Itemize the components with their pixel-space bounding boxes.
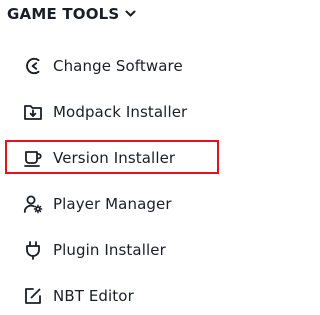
- nav-item-label: Plugin Installer: [53, 241, 166, 259]
- nav-item-version-installer[interactable]: Version Installer: [0, 138, 281, 178]
- folder-download-icon: [22, 101, 44, 123]
- nav-item-modpack-installer[interactable]: Modpack Installer: [0, 92, 281, 132]
- edit-square-icon: [22, 285, 44, 307]
- game-tools-nav: GAME TOOLS Change Software Modpack Insta…: [0, 0, 281, 315]
- nav-item-change-software[interactable]: Change Software: [0, 46, 281, 86]
- nav-item-label: NBT Editor: [53, 287, 134, 305]
- chevron-down-icon: [125, 10, 136, 18]
- user-gear-icon: [22, 193, 44, 215]
- nav-item-label: Modpack Installer: [53, 103, 188, 121]
- coffee-cup-icon: [22, 147, 44, 169]
- nav-item-label: Change Software: [53, 57, 183, 75]
- section-title: GAME TOOLS: [7, 5, 120, 23]
- nav-item-nbt-editor[interactable]: NBT Editor: [0, 276, 281, 315]
- software-swap-icon: [22, 55, 44, 77]
- nav-item-label: Version Installer: [53, 149, 176, 167]
- nav-item-label: Player Manager: [53, 195, 172, 213]
- nav-item-player-manager[interactable]: Player Manager: [0, 184, 281, 224]
- nav-item-plugin-installer[interactable]: Plugin Installer: [0, 230, 281, 270]
- plug-icon: [22, 239, 44, 261]
- game-tools-section-header[interactable]: GAME TOOLS: [7, 2, 136, 26]
